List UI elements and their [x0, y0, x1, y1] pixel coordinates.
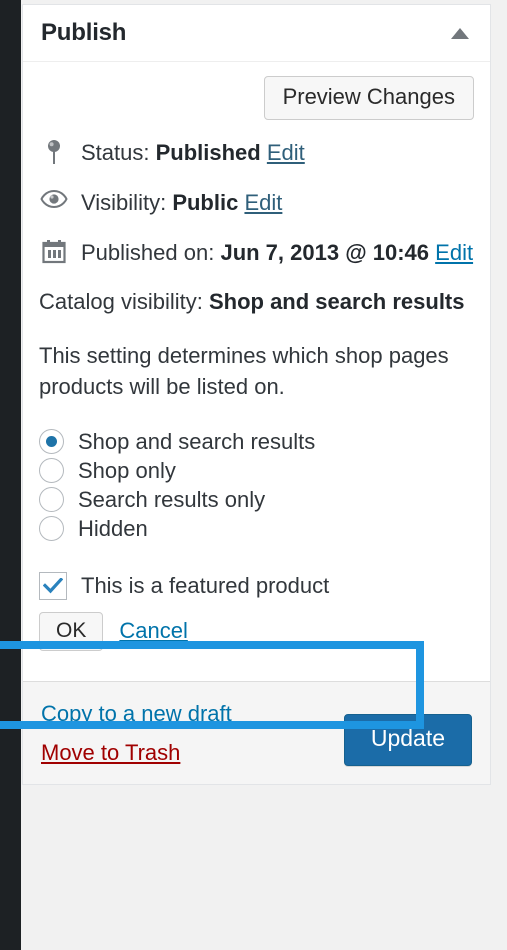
radio-label: Shop and search results	[78, 428, 316, 454]
publish-panel-body: Preview Changes Status: Published Edit V…	[23, 62, 490, 681]
catalog-visibility-actions: OK Cancel	[39, 611, 474, 651]
visibility-label: Visibility:	[81, 189, 167, 215]
footer-links: Copy to a new draft Move to Trash	[41, 698, 232, 766]
visibility-row: Visibility: Public Edit	[39, 188, 474, 218]
page-title: Publish	[41, 19, 127, 46]
triangle-up-icon[interactable]	[448, 21, 472, 45]
radio-mark	[39, 516, 64, 542]
visibility-text: Visibility: Public Edit	[81, 188, 474, 218]
calendar-icon	[39, 238, 69, 265]
status-text: Status: Published Edit	[81, 138, 474, 168]
status-value: Published	[155, 140, 261, 166]
cancel-link[interactable]: Cancel	[119, 618, 187, 644]
status-label: Status:	[81, 140, 150, 166]
catalog-visibility-options: Shop and search results Shop only Search…	[39, 429, 474, 542]
update-button[interactable]: Update	[343, 714, 472, 766]
visibility-value: Public	[172, 189, 239, 215]
radio-option-search-results-only[interactable]: Search results only	[39, 487, 474, 513]
radio-mark	[39, 429, 64, 455]
radio-label: Shop only	[78, 457, 176, 483]
published-on-edit-link[interactable]: Edit	[435, 240, 473, 265]
catalog-visibility-label: Catalog visibility:	[39, 289, 203, 315]
ok-button[interactable]: OK	[39, 611, 104, 651]
published-on-label: Published on:	[81, 239, 215, 265]
radio-mark	[39, 458, 64, 484]
visibility-edit-link[interactable]: Edit	[244, 190, 282, 215]
catalog-visibility-description: This setting determines which shop pages…	[39, 342, 449, 399]
radio-label: Search results only	[78, 486, 266, 512]
preview-changes-button[interactable]: Preview Changes	[263, 76, 474, 121]
radio-mark	[39, 487, 64, 513]
radio-label: Hidden	[78, 515, 148, 541]
radio-option-hidden[interactable]: Hidden	[39, 516, 474, 542]
move-to-trash-link[interactable]: Move to Trash	[41, 740, 232, 766]
publish-panel-header: Publish	[23, 5, 490, 62]
featured-product-checkbox[interactable]: This is a featured product	[39, 571, 474, 600]
publish-panel-footer: Copy to a new draft Move to Trash Update	[23, 680, 490, 784]
preview-row: Preview Changes	[39, 76, 474, 121]
catalog-visibility-value: Shop and search results	[208, 289, 465, 315]
checkmark-icon	[39, 571, 67, 600]
status-row: Status: Published Edit	[39, 138, 474, 168]
radio-option-shop-and-search-results[interactable]: Shop and search results	[39, 429, 474, 455]
copy-to-new-draft-link[interactable]: Copy to a new draft	[41, 701, 232, 727]
catalog-visibility-line: Catalog visibility: Shop and search resu…	[39, 287, 474, 317]
published-on-text: Published on: Jun 7, 2013 @ 10:46 Edit	[81, 238, 474, 268]
featured-product-label: This is a featured product	[81, 572, 330, 598]
published-on-row: Published on: Jun 7, 2013 @ 10:46 Edit	[39, 238, 474, 268]
publish-metabox: Publish Preview Changes Status: Publishe…	[22, 4, 491, 785]
status-edit-link[interactable]: Edit	[267, 140, 305, 165]
eye-icon	[39, 188, 69, 209]
triangle-up-glyph	[451, 27, 469, 39]
admin-menu-strip	[0, 0, 21, 950]
pin-icon	[39, 138, 69, 165]
radio-option-shop-only[interactable]: Shop only	[39, 458, 474, 484]
published-on-value: Jun 7, 2013 @ 10:46	[220, 239, 430, 265]
